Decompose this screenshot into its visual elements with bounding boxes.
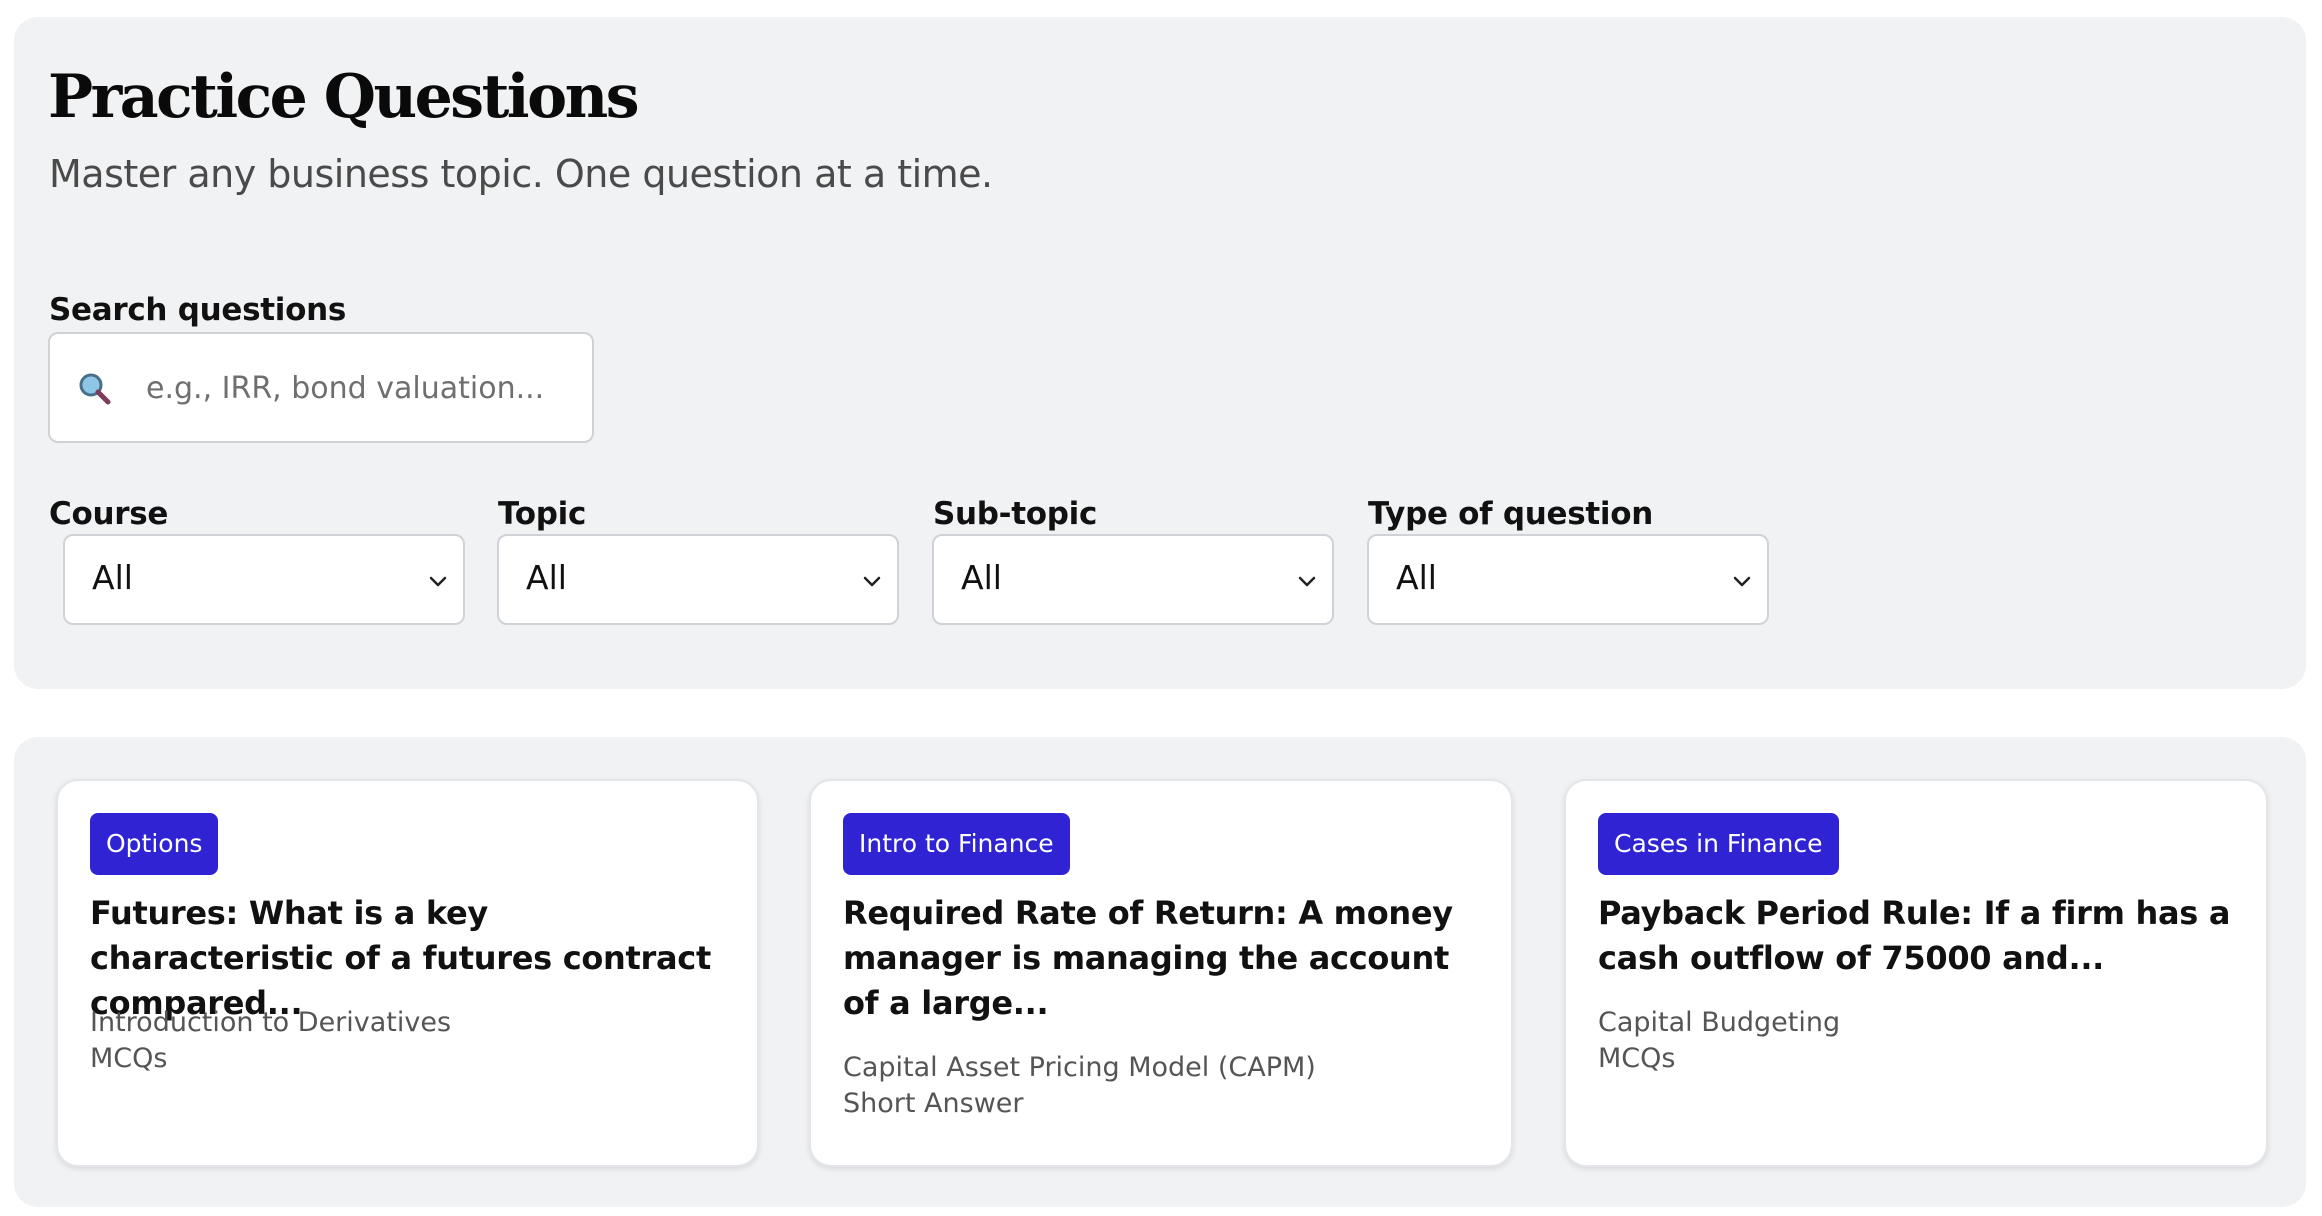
subtopic-label: Sub-topic (933, 496, 1098, 532)
chevron-down-icon (429, 576, 447, 587)
topic-select[interactable]: All (497, 534, 899, 625)
course-badge: Intro to Finance (843, 813, 1070, 875)
search-input[interactable] (146, 354, 576, 422)
course-select[interactable]: All (63, 534, 465, 625)
question-type: MCQs (90, 1043, 168, 1074)
search-label: Search questions (49, 292, 346, 328)
chevron-down-icon (1298, 576, 1316, 587)
question-type: MCQs (1598, 1043, 1676, 1074)
course-badge: Options (90, 813, 219, 875)
page-title: Practice Questions (48, 62, 640, 132)
question-title: Payback Period Rule: If a firm has a cas… (1598, 894, 2231, 977)
search-box[interactable] (48, 332, 594, 443)
course-badge: Cases in Finance (1598, 813, 1839, 875)
chevron-down-icon (863, 576, 881, 587)
subtopic-select-value: All (961, 558, 1002, 597)
question-card[interactable]: Cases in Finance Payback Period Rule: If… (1564, 779, 2268, 1167)
question-type-select[interactable]: All (1367, 534, 1769, 625)
question-subtopic: Capital Asset Pricing Model (CAPM) (843, 1052, 1316, 1083)
question-subtopic: Capital Budgeting (1598, 1007, 1841, 1038)
question-type-select-value: All (1396, 558, 1437, 597)
question-card[interactable]: Intro to Finance Required Rate of Return… (809, 779, 1513, 1167)
page-subtitle: Master any business topic. One question … (49, 152, 993, 196)
question-card[interactable]: Options Futures: What is a key character… (56, 779, 759, 1167)
course-label: Course (49, 496, 169, 532)
chevron-down-icon (1733, 576, 1751, 587)
topic-label: Topic (498, 496, 587, 532)
subtopic-select[interactable]: All (932, 534, 1334, 625)
topic-select-value: All (526, 558, 567, 597)
search-icon (79, 373, 111, 405)
question-title: Required Rate of Return: A money manager… (843, 894, 1453, 1022)
question-type: Short Answer (843, 1088, 1024, 1119)
course-select-value: All (92, 558, 133, 597)
question-type-label: Type of question (1368, 496, 1654, 532)
question-subtopic: Introduction to Derivatives (90, 1007, 452, 1038)
